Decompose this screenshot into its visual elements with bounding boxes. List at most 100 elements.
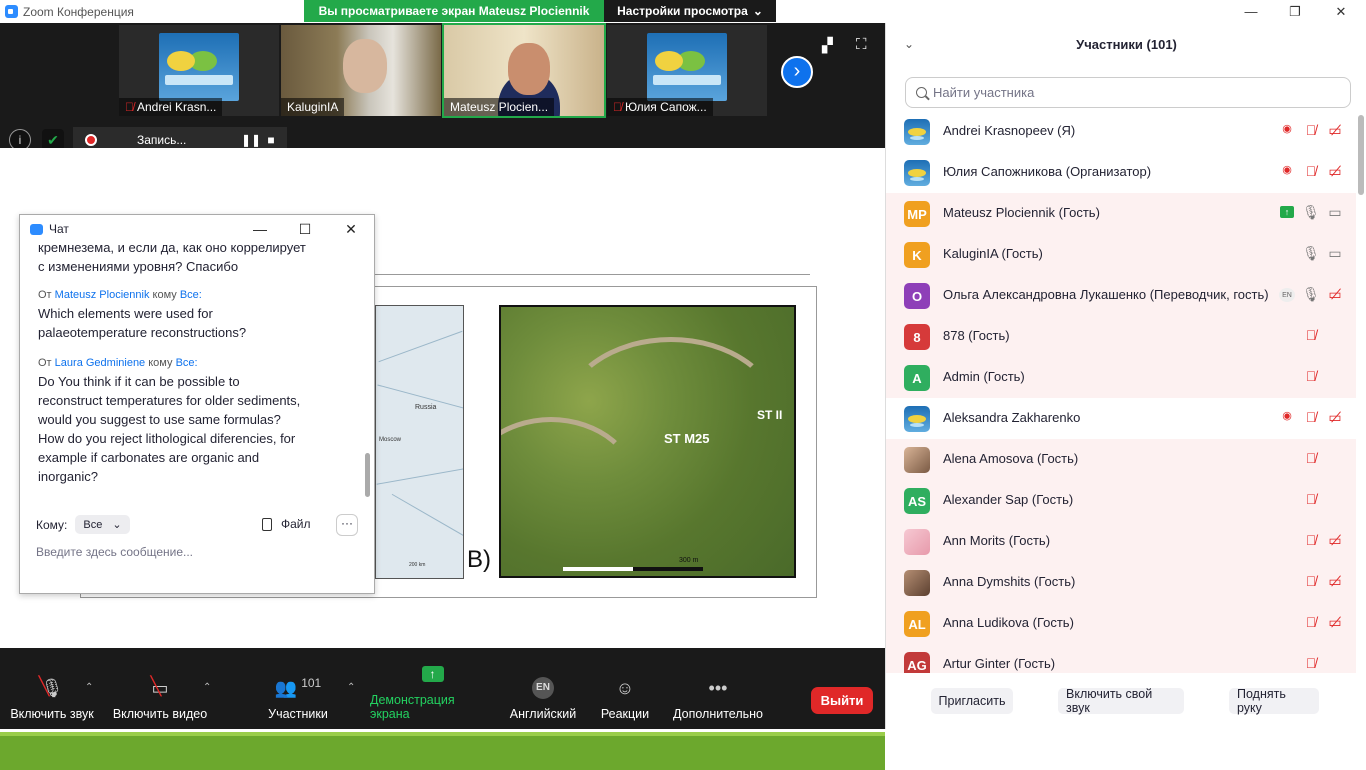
minimize-button[interactable]: — xyxy=(1228,0,1274,23)
chat-message-input[interactable]: Введите здесь сообщение... xyxy=(36,545,193,559)
screen-share-banner: Вы просматриваете экран Mateusz Plocienn… xyxy=(304,0,604,22)
mic-muted-icon: 🎙̸ xyxy=(1305,614,1317,630)
participant-row[interactable]: A Admin (Гость) 🎙̸ xyxy=(886,357,1356,398)
collapse-chevron-icon[interactable]: ⌄ xyxy=(904,37,914,51)
participant-row[interactable]: Anna Dymshits (Гость) 🎙̸ ▭̸ xyxy=(886,562,1356,603)
close-button[interactable]: ✕ xyxy=(1318,0,1364,23)
restore-button[interactable]: ❐ xyxy=(1272,0,1318,23)
video-thumbnail[interactable]: KaluginIA xyxy=(281,25,441,116)
chat-more-button[interactable]: ··· xyxy=(336,514,358,536)
file-button[interactable]: Файл xyxy=(262,517,311,531)
chat-message-text: Which elements were used for palaeotempe… xyxy=(38,306,247,340)
video-thumbnail[interactable]: 🎙̸ Andrei Krasn... xyxy=(119,25,279,116)
participant-row[interactable]: Aleksandra Zakharenko ◉ 🎙̸ ▭̸ xyxy=(886,398,1356,439)
chevron-down-icon: ⌄ xyxy=(112,519,122,531)
chat-minimize-button[interactable]: — xyxy=(250,219,270,239)
participant-row[interactable]: AL Anna Ludikova (Гость) 🎙̸ ▭̸ xyxy=(886,603,1356,644)
participant-row[interactable]: AG Artur Ginter (Гость) 🎙̸ xyxy=(886,644,1356,673)
pause-icon[interactable]: ❚❚ xyxy=(241,133,261,147)
video-off-icon: ▭̸ xyxy=(1328,573,1342,589)
start-video-button[interactable]: ▭ ╲ Включить видео xyxy=(112,648,208,729)
raise-hand-button[interactable]: Поднять руку xyxy=(1229,687,1319,715)
participant-row[interactable]: О Ольга Александровна Лукашенко (Переводч… xyxy=(886,275,1356,316)
avatar: AG xyxy=(904,652,930,673)
participant-list-scrollbar[interactable] xyxy=(1358,115,1364,195)
participant-row[interactable]: Юлия Сапожникова (Организатор) ◉ 🎙̸ ▭̸ xyxy=(886,152,1356,193)
participant-name: Юлия Сапожникова (Организатор) xyxy=(943,164,1152,179)
participant-row[interactable]: Alena Amosova (Гость) 🎙̸ xyxy=(886,439,1356,480)
mic-muted-icon: 🎙̸ xyxy=(1305,368,1317,384)
participants-options-caret-icon[interactable]: ⌃ xyxy=(347,682,355,693)
avatar xyxy=(904,119,930,145)
thumbnail-label: Mateusz Plocien... xyxy=(444,98,555,116)
invite-button[interactable]: Пригласить xyxy=(931,688,1013,714)
unmute-me-button[interactable]: Включить свой звук xyxy=(1058,687,1184,715)
mic-muted-icon: 🎙̸ xyxy=(1305,122,1317,138)
participant-row[interactable]: 8 878 (Гость) 🎙̸ xyxy=(886,316,1356,357)
slide-footer-bar xyxy=(0,732,885,770)
video-options-caret-icon[interactable]: ⌃ xyxy=(203,682,211,693)
view-layout-icon[interactable]: ▞ xyxy=(822,37,838,53)
leave-button[interactable]: Выйти xyxy=(811,687,873,714)
chat-scrollbar[interactable] xyxy=(365,453,370,497)
next-page-arrow-icon[interactable]: › xyxy=(781,56,813,88)
participant-search-input[interactable]: Найти участника xyxy=(905,77,1351,108)
recipient-link[interactable]: Все: xyxy=(176,357,198,369)
participant-row[interactable]: Ann Morits (Гость) 🎙̸ ▭̸ xyxy=(886,521,1356,562)
chat-close-button[interactable]: ✕ xyxy=(341,219,361,239)
participant-name: Anna Dymshits (Гость) xyxy=(943,574,1076,589)
stop-icon[interactable]: ■ xyxy=(261,133,281,147)
interpretation-button[interactable]: EN Английский xyxy=(506,648,580,729)
video-off-icon: ▭̸ xyxy=(1328,409,1342,425)
video-thumbnail-strip: 🎙̸ Andrei Krasn... KaluginIA Mateusz Plo… xyxy=(0,23,885,153)
audio-options-caret-icon[interactable]: ⌃ xyxy=(85,682,93,693)
thumbnail-label: KaluginIA xyxy=(281,98,345,116)
slide-divider xyxy=(375,274,810,275)
reactions-button[interactable]: ☺ Реакции xyxy=(596,648,654,729)
thumbnail-label: 🎙̸ Юлия Сапож... xyxy=(607,98,713,116)
mic-icon: 🎙 xyxy=(1302,245,1320,261)
chat-titlebar[interactable]: Чат — ☐ ✕ xyxy=(20,215,374,243)
share-screen-button[interactable]: ↑ Демонстрация экрана xyxy=(370,648,495,729)
sender-link[interactable]: Mateusz Plociennik xyxy=(55,289,150,301)
participant-name: Andrei Krasnopeev (Я) xyxy=(943,123,1076,138)
participant-name: Mateusz Plociennik (Гость) xyxy=(943,205,1100,220)
thumbnail-label: 🎙̸ Andrei Krasn... xyxy=(119,98,223,116)
chat-message-meta: От Mateusz Plociennik кому Все: xyxy=(38,289,202,301)
more-button[interactable]: ••• Дополнительно xyxy=(670,648,766,729)
participant-row[interactable]: K KaluginIA (Гость) 🎙 ▭ xyxy=(886,234,1356,275)
more-dots-icon: ••• xyxy=(708,677,728,698)
recording-icon: ◉ xyxy=(1282,410,1292,422)
mic-icon: 🎙 xyxy=(1302,204,1320,220)
video-icon: ▭ xyxy=(1328,245,1342,261)
recipient-dropdown[interactable]: Все ⌄ xyxy=(75,515,130,534)
aerial-photo: ST M25 ST II 300 m xyxy=(499,305,796,578)
participant-row[interactable]: Andrei Krasnopeev (Я) ◉ 🎙̸ ▭̸ xyxy=(886,111,1356,152)
mic-muted-icon: 🎙̸ xyxy=(125,100,134,114)
file-icon xyxy=(262,517,272,531)
avatar xyxy=(904,570,930,596)
scale-bar-label: 300 m xyxy=(679,557,699,564)
chat-message-text: Do You think if it can be possible to re… xyxy=(38,374,301,484)
participants-button[interactable]: 👥 101 Участники xyxy=(264,648,332,729)
recipient-link[interactable]: Все: xyxy=(180,289,202,301)
map-label-russia: Russia xyxy=(415,404,437,411)
mic-muted-icon: 🎙̸ xyxy=(1305,532,1317,548)
participant-name: Юлия Сапож... xyxy=(625,100,707,114)
sender-link[interactable]: Laura Gedminiene xyxy=(55,357,146,369)
chat-maximize-button[interactable]: ☐ xyxy=(295,219,315,239)
view-settings-button[interactable]: Настройки просмотра ⌄ xyxy=(604,0,776,22)
language-icon: EN xyxy=(532,675,554,701)
video-thumbnail-active-speaker[interactable]: Mateusz Plocien... xyxy=(442,23,606,118)
chevron-down-icon: ⌄ xyxy=(752,4,763,18)
avatar: K xyxy=(904,242,930,268)
chat-window: Чат — ☐ ✕ кремнезема, и если да, как оно… xyxy=(19,214,375,594)
video-off-icon: ▭̸ xyxy=(1328,614,1342,630)
participant-row[interactable]: AS Alexander Sap (Гость) 🎙̸ xyxy=(886,480,1356,521)
video-thumbnail[interactable]: 🎙̸ Юлия Сапож... xyxy=(607,25,767,116)
participant-name: 878 (Гость) xyxy=(943,328,1010,343)
unmute-button[interactable]: 🎙 ╲ Включить звук xyxy=(8,648,96,729)
participant-name: Admin (Гость) xyxy=(943,369,1025,384)
fullscreen-icon[interactable]: ⛶ xyxy=(856,36,867,53)
participant-row[interactable]: MP Mateusz Plociennik (Гость) ↑ 🎙 ▭ xyxy=(886,193,1356,234)
